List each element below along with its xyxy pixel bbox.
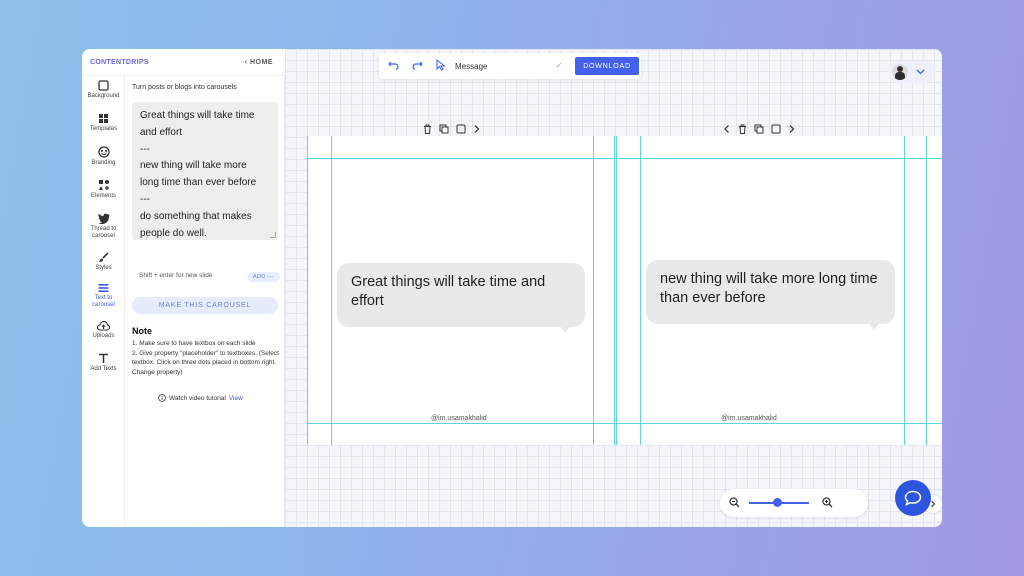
- brand-logo: CONTENTDRIPS: [90, 58, 149, 66]
- chevron-right-icon[interactable]: [473, 124, 481, 134]
- list-icon: [98, 284, 109, 292]
- zoom-in-icon[interactable]: [822, 497, 833, 508]
- zoom-out-icon[interactable]: [729, 497, 740, 508]
- sidebar-item-elements[interactable]: Elements: [82, 179, 125, 200]
- twitter-icon: [97, 213, 109, 224]
- info-icon: [158, 394, 166, 402]
- sidebar-item-styles[interactable]: Styles: [82, 252, 125, 272]
- duplicate-icon[interactable]: [439, 124, 449, 134]
- text-to-carousel-panel: Turn posts or blogs into carousels Great…: [125, 76, 285, 527]
- text-icon: [99, 353, 108, 363]
- top-toolbar: Message ✓ DOWNLOAD: [379, 53, 641, 79]
- shapes-icon: [98, 180, 109, 190]
- carousel-text-input[interactable]: Great things will take time and effort -…: [132, 102, 278, 240]
- chevron-down-icon: [916, 69, 925, 75]
- home-link[interactable]: ‹ HOME: [245, 59, 273, 66]
- chevron-left-icon[interactable]: [723, 124, 731, 134]
- duplicate-icon[interactable]: [754, 124, 764, 134]
- carousel-slide-2[interactable]: new thing will take more long time than …: [616, 136, 942, 445]
- profile-menu[interactable]: [889, 61, 935, 83]
- trash-icon[interactable]: [423, 124, 432, 134]
- sidebar-item-add-texts[interactable]: Add Texts: [82, 353, 125, 373]
- undo-icon[interactable]: [388, 60, 399, 70]
- sidebar-item-background[interactable]: Background: [82, 80, 125, 100]
- sidebar-rail: Background Templates Branding Elements T…: [82, 76, 125, 527]
- chat-bubble-icon: [904, 490, 922, 506]
- video-tutorial: Watch video tutorial View: [158, 394, 243, 402]
- cursor-icon[interactable]: [436, 59, 446, 71]
- chevron-right-icon: [931, 500, 936, 508]
- chat-support-button[interactable]: [895, 480, 931, 516]
- sidebar-item-templates[interactable]: Templates: [82, 113, 125, 133]
- tutorial-view-link[interactable]: View: [229, 395, 243, 402]
- upload-icon: [97, 321, 110, 331]
- slide-1-tools: [423, 124, 481, 134]
- carousel-slide-1[interactable]: Great things will take time and effort @…: [307, 136, 615, 445]
- palette-icon: [97, 146, 110, 158]
- slide-2-tools: [723, 124, 796, 134]
- message-label: Message: [455, 62, 488, 71]
- app-window: CONTENTDRIPS ‹ HOME Background Templates…: [82, 49, 942, 527]
- note-title: Note: [132, 326, 152, 336]
- sidebar-item-text-to-carousel[interactable]: Text to carousel: [82, 283, 125, 309]
- frame-icon[interactable]: [456, 124, 466, 134]
- panel-subtitle: Turn posts or blogs into carousels: [132, 84, 237, 91]
- message-bubble[interactable]: Great things will take time and effort: [337, 263, 585, 327]
- sidebar-item-uploads[interactable]: Uploads: [82, 321, 125, 340]
- sidebar-item-branding[interactable]: Branding: [82, 146, 125, 167]
- note-body: 1. Make sure to have textbox on each sli…: [132, 340, 279, 376]
- resize-handle[interactable]: [270, 232, 276, 238]
- trash-icon[interactable]: [738, 124, 747, 134]
- author-handle: @im.usamakhalid: [721, 415, 777, 422]
- new-slide-hint: Shift + enter for new slide: [139, 272, 213, 279]
- brush-icon: [99, 252, 109, 262]
- frame-icon[interactable]: [771, 124, 781, 134]
- redo-icon[interactable]: [412, 60, 423, 70]
- zoom-control: [720, 489, 868, 517]
- check-icon: ✓: [556, 61, 563, 70]
- zoom-slider-thumb[interactable]: [773, 498, 782, 507]
- avatar: [892, 64, 908, 80]
- grid-icon: [99, 114, 108, 123]
- add-separator-button[interactable]: ADD ---: [247, 272, 280, 282]
- square-icon: [98, 80, 109, 91]
- sidebar-item-thread-to-carousel[interactable]: Thread to carousel: [82, 213, 125, 240]
- panel-header: CONTENTDRIPS ‹ HOME: [82, 49, 285, 76]
- author-handle: @im.usamakhalid: [431, 415, 487, 422]
- chevron-right-icon[interactable]: [788, 124, 796, 134]
- message-bubble[interactable]: new thing will take more long time than …: [646, 260, 895, 324]
- editor-canvas[interactable]: Message ✓ DOWNLOAD Great things will tak…: [285, 49, 942, 527]
- download-button[interactable]: DOWNLOAD: [575, 57, 639, 75]
- sidebar-item-label: Text to carousel: [92, 295, 115, 308]
- make-carousel-button[interactable]: MAKE THIS CAROUSEL: [132, 297, 278, 314]
- sidebar-item-label: Thread to carousel: [90, 226, 117, 239]
